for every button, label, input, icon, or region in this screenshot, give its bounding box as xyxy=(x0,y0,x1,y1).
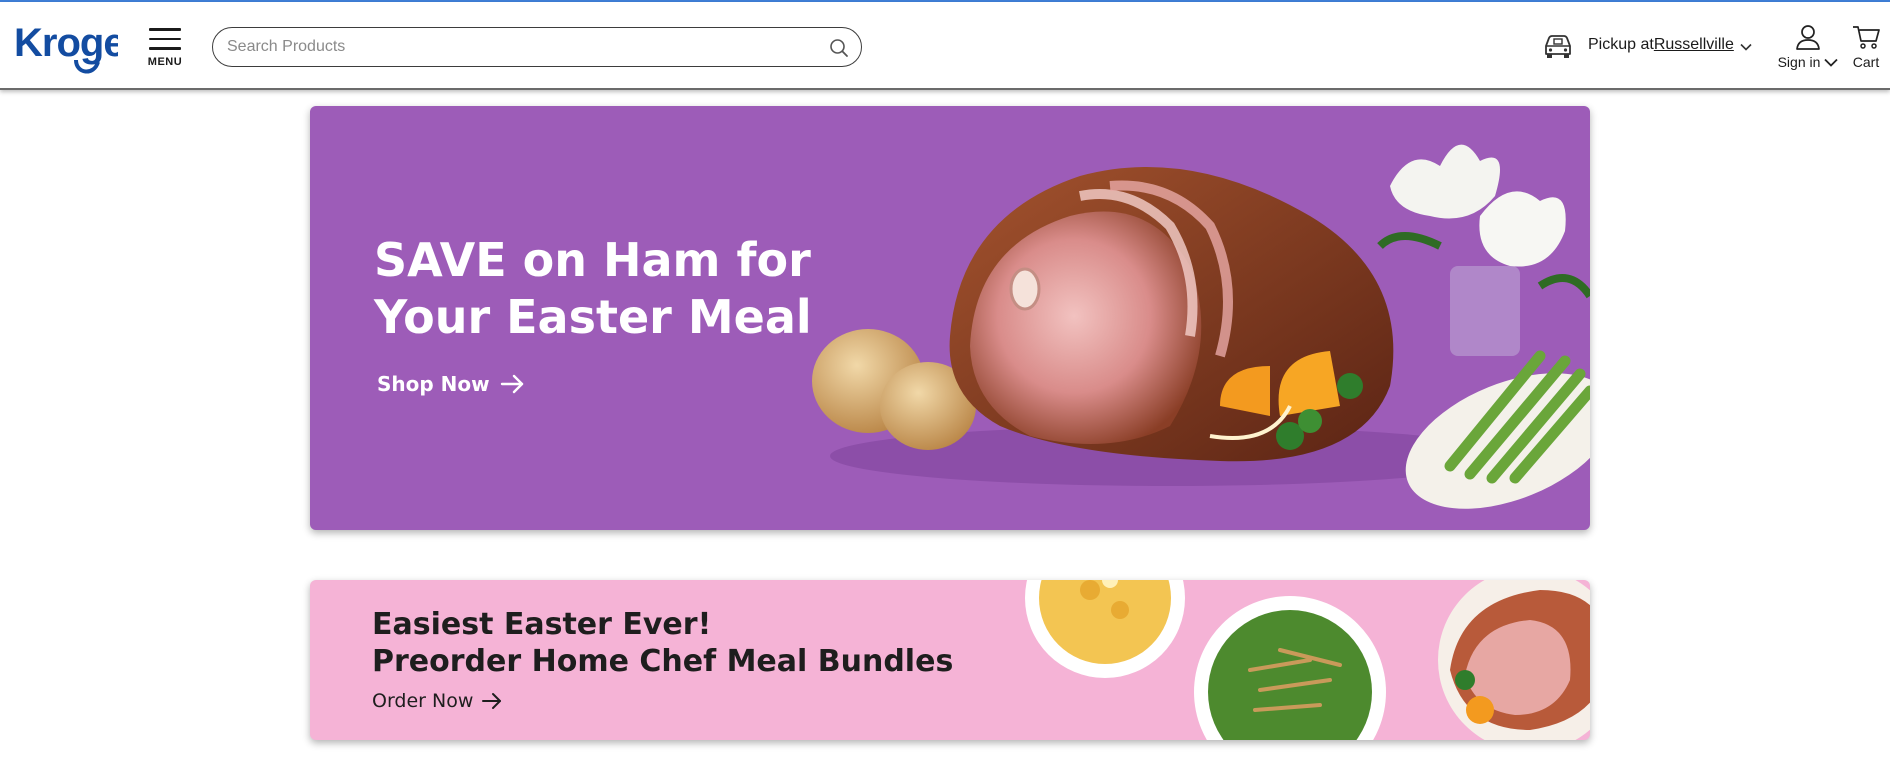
arrow-right-icon xyxy=(482,693,502,709)
pickup-car-icon xyxy=(1545,35,1571,58)
sign-in-label: Sign in xyxy=(1778,54,1839,70)
menu-label: MENU xyxy=(147,55,183,68)
home-chef-headline-line2: Preorder Home Chef Meal Bundles xyxy=(372,644,954,679)
user-icon xyxy=(1796,25,1820,50)
chevron-down-icon xyxy=(1740,43,1752,51)
arrow-right-icon xyxy=(500,374,523,394)
search-input[interactable] xyxy=(227,36,807,58)
chevron-down-icon xyxy=(1824,58,1839,67)
home-chef-promo-banner[interactable]: Easiest Easter Ever! Preorder Home Chef … xyxy=(310,580,1590,740)
shop-now-link[interactable]: Shop Now xyxy=(377,372,526,396)
hamburger-menu-icon xyxy=(149,37,181,40)
pickup-store-selector[interactable]: Pickup at Russellville xyxy=(1542,28,1752,62)
search-icon[interactable] xyxy=(829,38,849,58)
order-now-label: Order Now xyxy=(372,690,474,712)
easter-meal-bundle-image xyxy=(1025,580,1590,740)
easter-ham-image xyxy=(812,144,1590,509)
sign-in-button[interactable]: Sign in xyxy=(1776,24,1840,74)
order-now-link[interactable]: Order Now xyxy=(372,690,503,712)
menu-button[interactable]: MENU xyxy=(146,28,184,70)
cart-label: Cart xyxy=(1852,54,1880,70)
cart-button[interactable]: Cart xyxy=(1848,24,1884,74)
home-chef-headline-line1: Easiest Easter Ever! xyxy=(372,607,712,642)
kroger-logo[interactable]: Kroger xyxy=(14,16,118,76)
site-header: Kroger MENU Pickup at Russellville xyxy=(0,2,1890,90)
svg-text:Kroger: Kroger xyxy=(14,21,118,65)
home-chef-promo-headline: Easiest Easter Ever! Preorder Home Chef … xyxy=(372,606,1012,680)
hamburger-menu-icon xyxy=(149,28,181,31)
pickup-prefix: Pickup at xyxy=(1588,36,1654,53)
hamburger-menu-icon xyxy=(149,47,181,50)
kroger-logo-mark: Kroger xyxy=(14,21,118,74)
pickup-store-name[interactable]: Russellville xyxy=(1654,36,1734,54)
sign-in-text: Sign in xyxy=(1777,54,1821,70)
search-bar xyxy=(212,27,862,67)
shop-now-label: Shop Now xyxy=(377,372,490,396)
ham-promo-banner[interactable]: SAVE on Ham for Your Easter Meal Shop No… xyxy=(310,106,1590,530)
cart-icon xyxy=(1853,26,1880,49)
